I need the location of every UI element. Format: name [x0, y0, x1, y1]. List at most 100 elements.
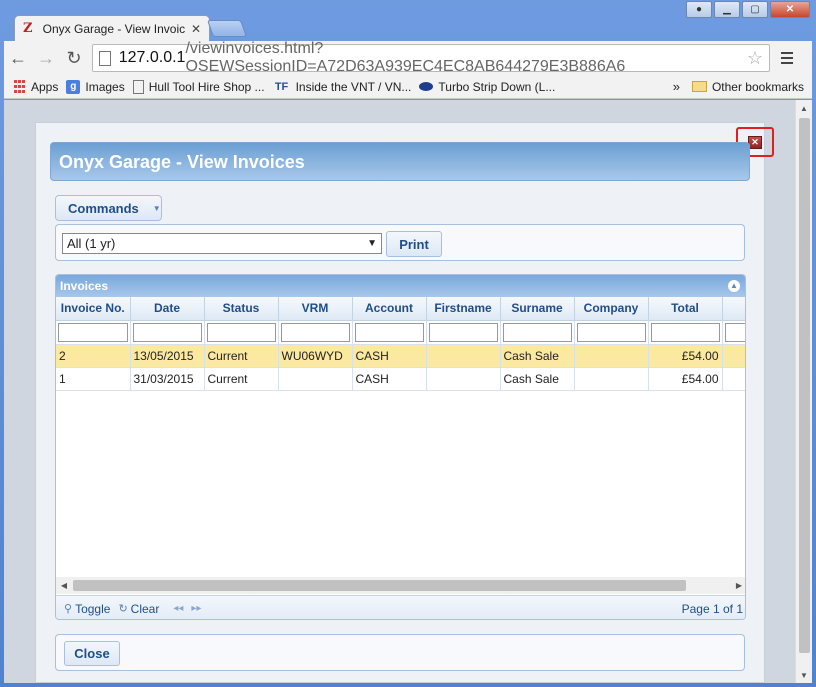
col-header-company[interactable]: Company — [574, 297, 649, 321]
period-selected-value: All (1 yr) — [67, 236, 116, 251]
header-row: Invoice No. Date Status VRM Account Firs… — [56, 297, 745, 321]
browser-tab[interactable]: Z Onyx Garage - View Invoic ✕ — [14, 15, 210, 42]
tf-icon: TF — [274, 80, 289, 93]
new-tab-button[interactable] — [206, 20, 248, 37]
bookmarks-overflow-icon[interactable]: » — [673, 79, 680, 94]
bookmark-label: Apps — [31, 79, 59, 94]
filter-input-invoice-no[interactable] — [58, 322, 128, 342]
minimize-button[interactable]: ▁ — [714, 1, 740, 18]
close-icon[interactable]: ✕ — [748, 135, 762, 149]
bookmark-hull-tool-hire[interactable]: Hull Tool Hire Shop ... — [132, 79, 265, 94]
filter-row — [56, 320, 745, 345]
bookmark-images[interactable]: g Images — [66, 79, 125, 94]
col-header-firstname[interactable]: Firstname — [426, 297, 501, 321]
grid-caption-label: Invoices — [60, 279, 109, 293]
dialog-title: Onyx Garage - View Invoices — [50, 142, 750, 181]
filter-panel: All (1 yr) ▼ Print — [55, 224, 745, 261]
toggle-label: Toggle — [75, 601, 111, 616]
scroll-down-icon[interactable]: ▼ — [796, 667, 812, 683]
url-path: /viewinvoices.html?OSEWSessionID=A72D63A… — [185, 40, 626, 75]
bookmark-apps[interactable]: Apps — [12, 80, 58, 94]
back-arrow-icon[interactable]: ← — [4, 44, 32, 72]
maximize-button[interactable]: ▢ — [742, 1, 768, 18]
toggle-button[interactable]: ⚲ Toggle — [64, 602, 110, 616]
cell-account: CASH — [352, 344, 427, 368]
url-host: 127.0.0.1 — [118, 49, 186, 66]
cell-surname: Cash Sale — [500, 344, 575, 368]
grid-caption: Invoices ▲ — [56, 275, 745, 297]
dropdown-arrow-icon: ▼ — [367, 238, 377, 249]
filter-input-total[interactable] — [650, 322, 720, 342]
close-button[interactable]: Close — [64, 641, 120, 666]
address-bar[interactable]: 127.0.0.1/viewinvoices.html?OSEWSessionI… — [92, 40, 770, 75]
scroll-thumb[interactable] — [799, 118, 810, 653]
table-row[interactable]: 2 13/05/2015 Current WU06WYD CASH Cash S… — [56, 344, 745, 368]
cell-invoice-no: 2 — [56, 344, 131, 368]
page-info: Page 1 of 1 — [681, 601, 743, 616]
filter-input-company[interactable] — [576, 322, 646, 342]
scroll-left-icon[interactable]: ◀ — [56, 577, 72, 594]
cell-status: Current — [204, 344, 279, 368]
col-header-invoice-no[interactable]: Invoice No. — [56, 297, 131, 321]
page-viewport: ✕ Onyx Garage - View Invoices Commands ▼… — [4, 100, 812, 683]
scroll-right-icon[interactable]: ▶ — [731, 577, 745, 594]
cell-outstanding — [722, 367, 745, 391]
pin-icon: ⚲ — [64, 603, 73, 615]
filter-input-date[interactable] — [132, 322, 202, 342]
tab-strip: Z Onyx Garage - View Invoic ✕ ● ▁ ▢ ✕ — [0, 0, 816, 42]
scroll-thumb[interactable] — [73, 580, 686, 591]
grid-pager: ⚲ Toggle ↻ Clear ◂◂ ▸▸ Page 1 of 1 — [56, 595, 745, 619]
filter-input-account[interactable] — [354, 322, 424, 342]
invoices-table: Invoice No. Date Status VRM Account Firs… — [56, 297, 745, 391]
filter-input-outstanding[interactable] — [724, 322, 745, 342]
horizontal-scrollbar[interactable]: ◀ ▶ — [56, 577, 745, 594]
col-header-total[interactable]: Total — [648, 297, 723, 321]
cell-firstname — [426, 344, 501, 368]
table-row[interactable]: 1 31/03/2015 Current CASH Cash Sale £54.… — [56, 367, 745, 391]
apps-icon — [12, 80, 26, 94]
bookmark-label: Hull Tool Hire Shop ... — [148, 79, 265, 94]
google-icon: g — [66, 79, 81, 94]
collapse-icon[interactable]: ▲ — [728, 280, 740, 292]
cell-outstanding — [722, 344, 745, 368]
clear-button[interactable]: ↻ Clear — [118, 602, 159, 616]
prev-page-icon[interactable]: ◂◂ — [173, 603, 183, 614]
page-vertical-scrollbar[interactable]: ▲ ▼ — [795, 100, 812, 683]
reload-icon[interactable]: ↻ — [60, 44, 88, 72]
user-icon[interactable]: ● — [686, 1, 712, 18]
clear-label: Clear — [130, 601, 160, 616]
col-header-status[interactable]: Status — [204, 297, 279, 321]
commands-button[interactable]: Commands ▼ — [55, 195, 162, 221]
bookmark-turbo-strip[interactable]: Turbo Strip Down (L... — [419, 80, 555, 94]
cell-status: Current — [204, 367, 279, 391]
scroll-up-icon[interactable]: ▲ — [796, 100, 812, 116]
footer-panel: Close — [55, 634, 745, 671]
col-header-date[interactable]: Date — [130, 297, 205, 321]
other-bookmarks[interactable]: Other bookmarks — [691, 80, 804, 94]
col-header-surname[interactable]: Surname — [500, 297, 575, 321]
filter-input-vrm[interactable] — [280, 322, 350, 342]
period-select[interactable]: All (1 yr) ▼ — [62, 233, 382, 254]
window-controls: ● ▁ ▢ ✕ — [686, 1, 810, 18]
bookmark-star-icon[interactable]: ☆ — [747, 48, 763, 69]
filter-input-firstname[interactable] — [428, 322, 498, 342]
print-button[interactable]: Print — [386, 231, 442, 257]
filter-input-surname[interactable] — [502, 322, 572, 342]
page-icon — [99, 50, 111, 66]
forward-arrow-icon[interactable]: → — [32, 44, 60, 72]
filter-input-status[interactable] — [206, 322, 276, 342]
col-header-outstanding[interactable]: Outs — [722, 297, 745, 321]
bookmarks-bar: Apps g Images Hull Tool Hire Shop ... TF… — [4, 75, 812, 99]
bookmark-inside-vnt[interactable]: TF Inside the VNT / VN... — [273, 80, 412, 94]
window-close-button[interactable]: ✕ — [770, 1, 810, 18]
chrome-menu-icon[interactable] — [774, 52, 800, 64]
cell-company — [574, 344, 649, 368]
col-header-account[interactable]: Account — [352, 297, 427, 321]
cell-surname: Cash Sale — [500, 367, 575, 391]
grid-body: Invoice No. Date Status VRM Account Firs… — [56, 297, 745, 577]
col-header-vrm[interactable]: VRM — [278, 297, 353, 321]
tab-close-icon[interactable]: ✕ — [191, 22, 201, 36]
next-page-icon[interactable]: ▸▸ — [191, 603, 201, 614]
browser-window: Z Onyx Garage - View Invoic ✕ ● ▁ ▢ ✕ ← … — [0, 0, 816, 687]
invoices-grid: Invoices ▲ Invoice No. Date Status VRM A… — [55, 274, 746, 620]
